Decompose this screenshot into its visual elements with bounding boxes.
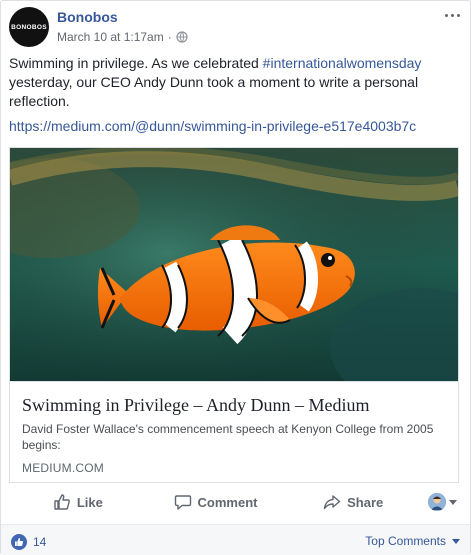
globe-icon: [176, 31, 188, 43]
post-url-link[interactable]: https://medium.com/@dunn/swimming-in-pri…: [9, 118, 416, 134]
link-preview-domain: MEDIUM.COM: [22, 461, 104, 475]
comment-sort-dropdown[interactable]: Top Comments: [365, 534, 460, 548]
share-button[interactable]: Share: [284, 488, 422, 516]
like-label: Like: [76, 494, 103, 510]
post-footer: 14 Top Comments: [1, 524, 470, 555]
post-meta: March 10 at 1:17am ·: [57, 30, 188, 44]
link-preview-info[interactable]: Swimming in Privilege – Andy Dunn – Medi…: [10, 381, 458, 482]
more-options-icon[interactable]: [442, 9, 462, 21]
page-avatar[interactable]: BONOBOS: [9, 7, 49, 47]
link-preview-description: David Foster Wallace's commencement spee…: [22, 422, 434, 452]
reactions-summary[interactable]: 14: [11, 534, 46, 550]
comment-button[interactable]: Comment: [147, 488, 285, 516]
comment-icon: [174, 495, 191, 510]
clownfish-photo[interactable]: [10, 148, 458, 381]
post-text-end: yesterday, our CEO Andy Dunn took a mome…: [9, 74, 419, 109]
facebook-post: BONOBOS Bonobos March 10 at 1:17am · Swi…: [0, 0, 471, 555]
chevron-down-icon: [448, 499, 457, 505]
share-icon: [323, 495, 341, 510]
post-timestamp[interactable]: March 10 at 1:17am: [57, 30, 164, 44]
post-text: Swimming in privilege. As we celebrated …: [9, 54, 449, 111]
share-label: Share: [347, 494, 384, 510]
like-reaction-icon: [11, 534, 27, 550]
chevron-down-icon: [452, 538, 460, 544]
avatar-logo-text: BONOBOS: [11, 23, 47, 31]
post-as-selector[interactable]: [422, 493, 462, 511]
post-actions-bar: Like Comment Share: [9, 487, 462, 517]
user-avatar-icon: [427, 493, 446, 511]
link-preview-card[interactable]: Swimming in Privilege – Andy Dunn – Medi…: [9, 147, 459, 483]
comment-label: Comment: [197, 494, 258, 510]
post-text-start: Swimming in privilege. As we celebrated: [9, 55, 263, 71]
hashtag-link[interactable]: #internationalwomensday: [263, 55, 422, 71]
link-preview-title[interactable]: Swimming in Privilege – Andy Dunn – Medi…: [22, 394, 446, 416]
post-header: BONOBOS Bonobos March 10 at 1:17am ·: [9, 7, 462, 49]
comment-sort-label: Top Comments: [365, 534, 446, 548]
like-icon: [54, 494, 70, 510]
meta-separator: ·: [167, 30, 172, 44]
like-button[interactable]: Like: [9, 488, 147, 516]
reaction-count: 14: [33, 535, 47, 549]
page-name-link[interactable]: Bonobos: [57, 9, 118, 25]
